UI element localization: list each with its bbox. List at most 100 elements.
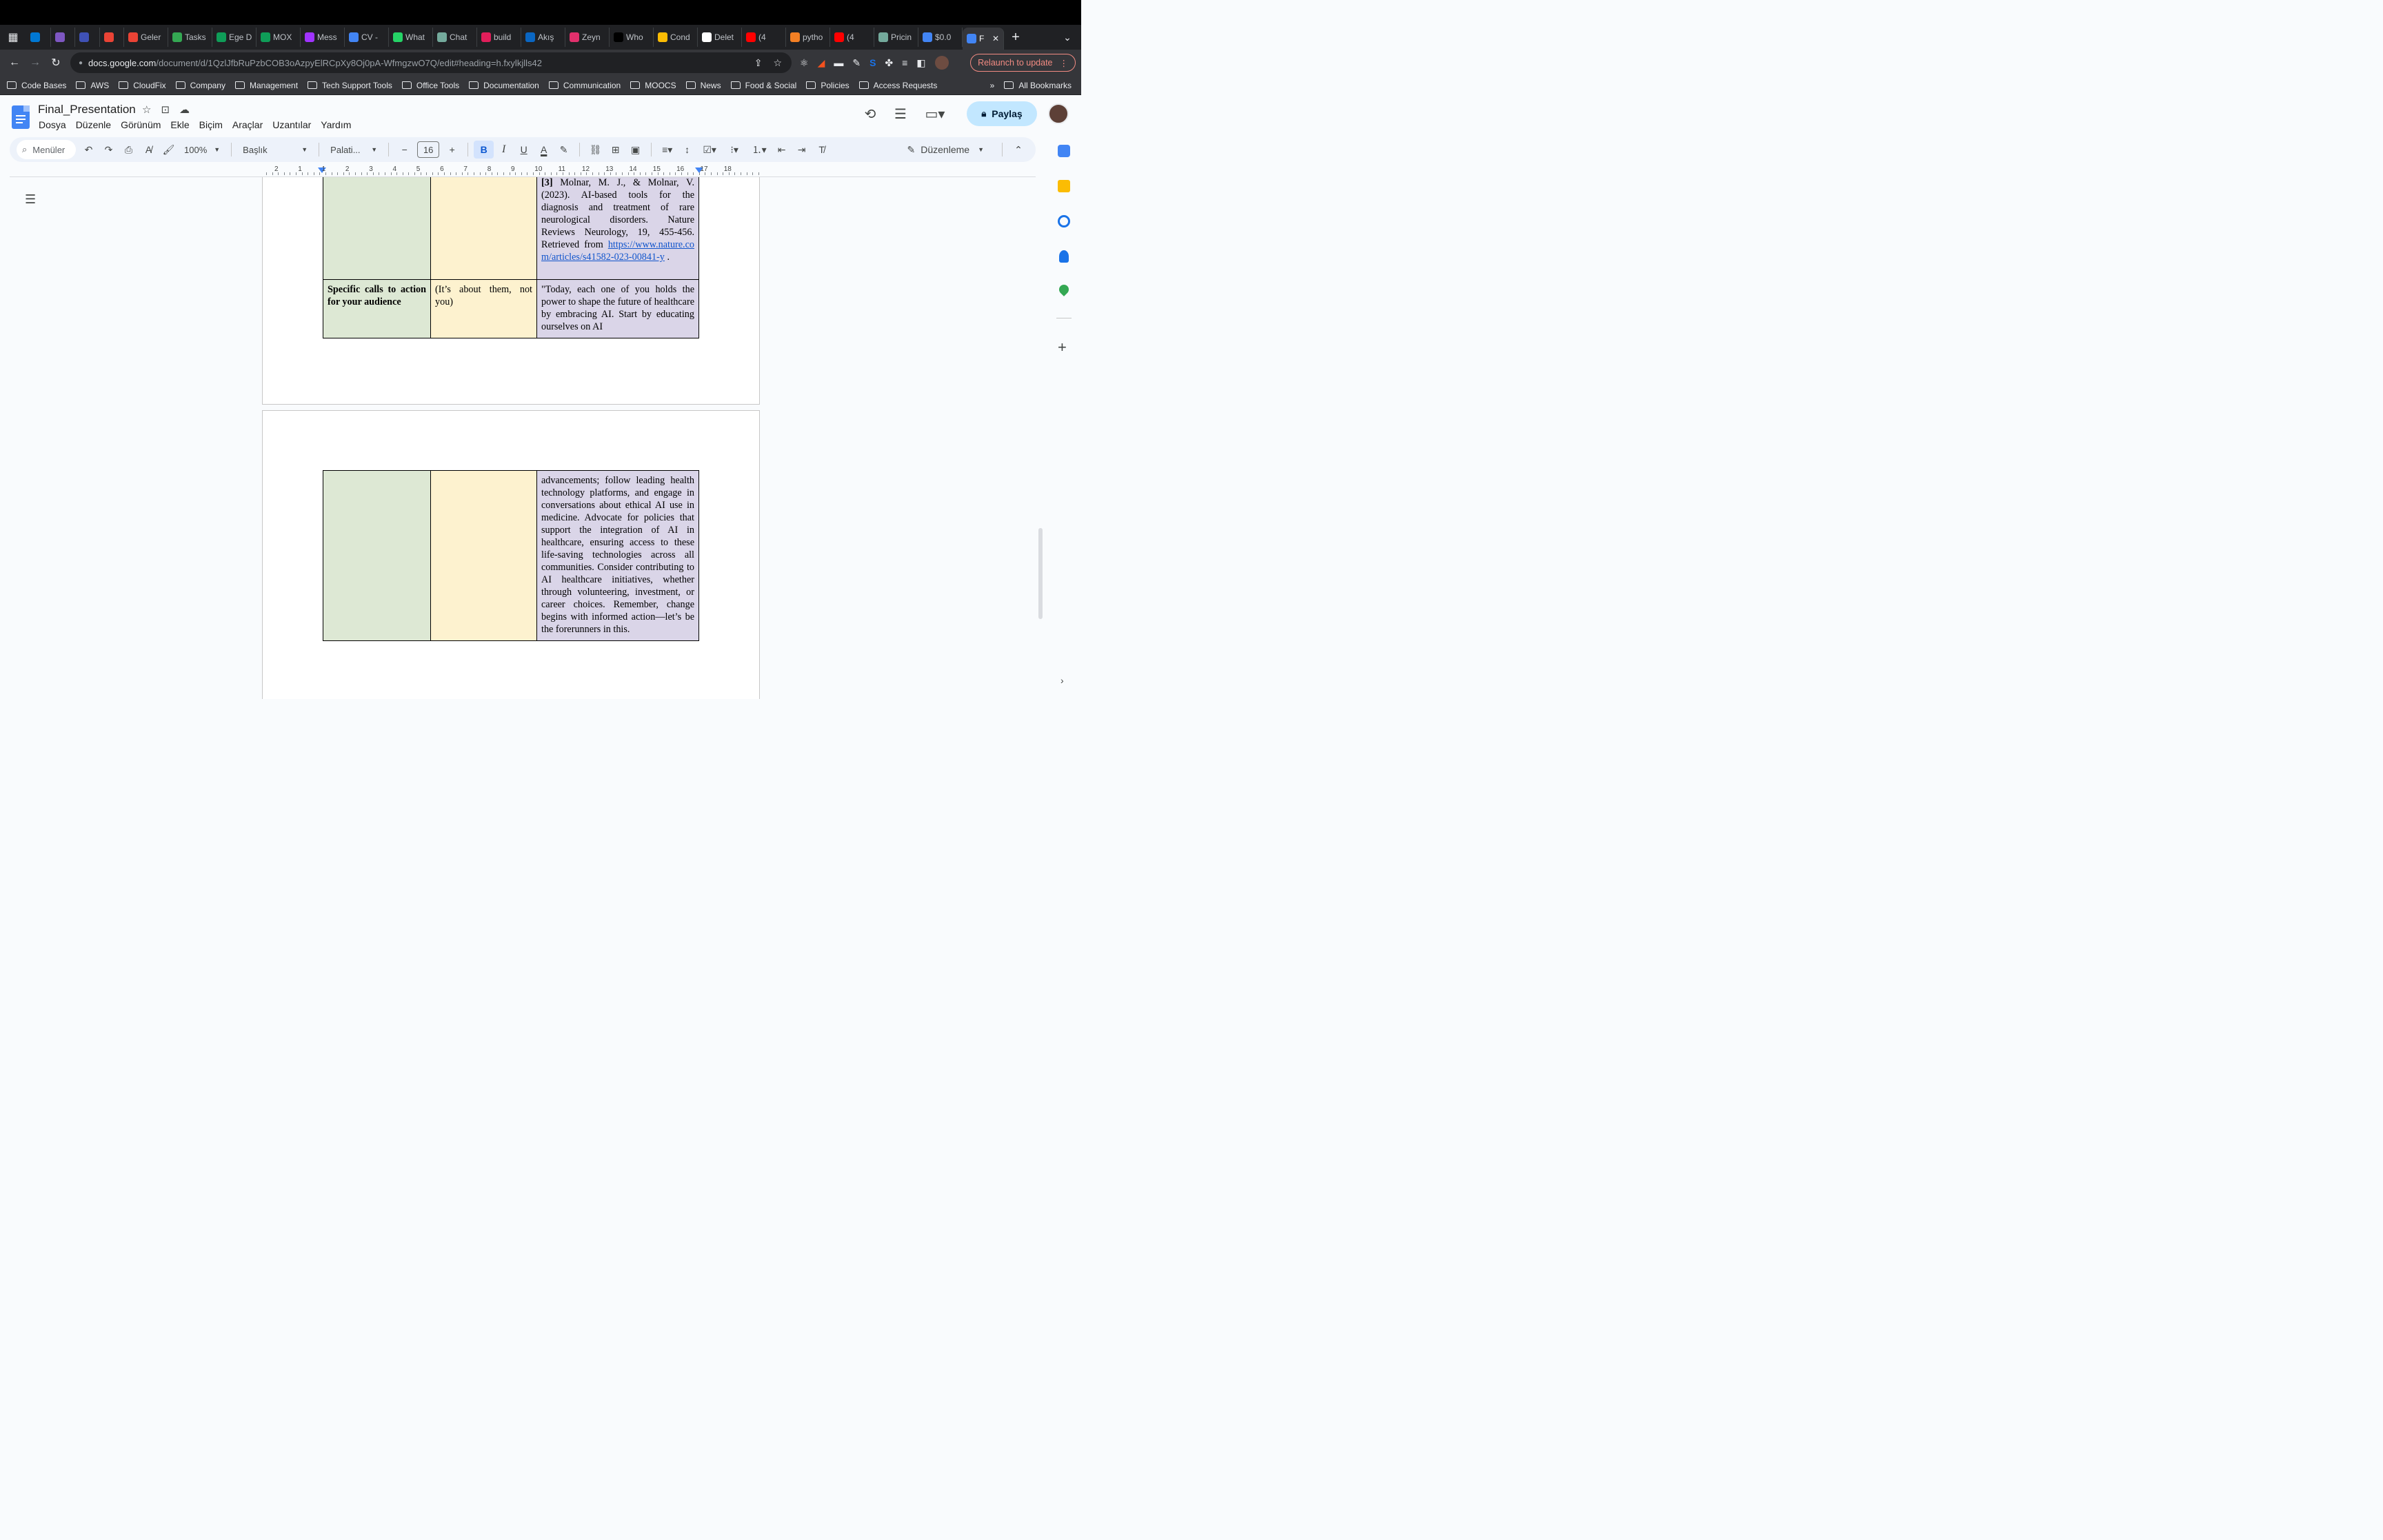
add-comment-icon[interactable]: ⊞ (605, 144, 625, 156)
table-cell[interactable] (323, 470, 431, 641)
hide-menus-chevron-up-icon[interactable]: ⌃ (1008, 144, 1029, 156)
horizontal-ruler[interactable]: 2 1 1 2 3 4 5 6 7 8 9 10 11 12 13 14 15 16 17 18 (262, 165, 760, 176)
tab[interactable]: Pricin (874, 28, 918, 47)
tab-search-icon[interactable]: ⌄ (1054, 32, 1081, 43)
editing-mode-select[interactable]: ✎ Düzenleme ▼ (907, 144, 984, 156)
tab[interactable]: Cond (654, 28, 698, 47)
share-page-icon[interactable]: ⇪ (754, 57, 763, 69)
clear-formatting-icon[interactable]: T̸ (812, 144, 832, 155)
react-devtools-icon[interactable]: ⚛ (800, 57, 809, 69)
bookmark-folder[interactable]: CloudFix (119, 81, 166, 90)
move-folder-icon[interactable]: ⊡ (161, 103, 170, 116)
menu-item[interactable]: Biçim (199, 119, 223, 130)
bulleted-list-icon[interactable]: ⁝▾ (722, 144, 747, 156)
menu-item[interactable]: Düzenle (76, 119, 111, 130)
menu-item[interactable]: Araçlar (232, 119, 263, 130)
table-cell[interactable]: (It’s about them, not you) (430, 279, 537, 338)
table-cell[interactable] (430, 177, 537, 280)
font-select[interactable]: Palati... ▼ (330, 145, 377, 155)
menu-item[interactable]: Görünüm (121, 119, 161, 130)
new-tab-button[interactable]: + (1004, 30, 1027, 45)
tab[interactable]: CV - (345, 28, 389, 47)
cloud-status-icon[interactable]: ☁ (179, 103, 190, 116)
table-cell[interactable]: Specific calls to action for your audien… (323, 279, 431, 338)
reload-icon[interactable]: ↻ (46, 56, 66, 70)
insert-link-icon[interactable]: ⛓︎ (585, 144, 605, 156)
comments-icon[interactable]: ☰ (885, 105, 916, 123)
tab[interactable] (75, 28, 100, 47)
tab[interactable]: (4 (742, 28, 786, 47)
extension-icon[interactable]: ▬ (834, 57, 843, 68)
tab[interactable]: $0.0 (918, 28, 963, 47)
apps-grid-icon[interactable]: ▦ (0, 25, 26, 50)
tab[interactable]: (4 (830, 28, 874, 47)
show-side-panel-chevron-icon[interactable]: › (1060, 675, 1064, 686)
document-outline-icon[interactable]: ☰ (25, 192, 36, 207)
forward-icon[interactable]: → (25, 57, 46, 69)
increase-font-size-icon[interactable]: + (442, 144, 462, 155)
reading-list-icon[interactable]: ≡ (902, 57, 907, 68)
tab[interactable] (100, 28, 124, 47)
table-cell[interactable] (323, 177, 431, 280)
tab[interactable]: What (389, 28, 433, 47)
tab[interactable]: MOX (257, 28, 301, 47)
line-spacing-icon[interactable]: ↕ (677, 144, 697, 155)
contacts-icon[interactable] (1059, 250, 1069, 263)
tab[interactable]: Akış (521, 28, 565, 47)
bookmark-folder[interactable]: MOOCS (630, 81, 676, 90)
font-size-input[interactable]: 16 (417, 141, 440, 158)
tasks-icon[interactable] (1058, 215, 1070, 227)
tab[interactable]: Zeyn (565, 28, 610, 47)
table-cell[interactable]: "Today, each one of you holds the power … (536, 279, 699, 338)
all-bookmarks-button[interactable]: All Bookmarks (1004, 81, 1072, 90)
increase-indent-icon[interactable]: ⇥ (792, 144, 812, 156)
extension-icon[interactable]: ◢ (818, 57, 825, 69)
docs-logo-icon[interactable] (12, 105, 30, 129)
bookmark-folder[interactable]: Management (234, 81, 298, 90)
side-panel-icon[interactable]: ◧ (916, 57, 925, 69)
undo-icon[interactable]: ↶ (79, 144, 99, 156)
table-cell[interactable] (430, 470, 537, 641)
document-page[interactable]: [3] Molnar, M. J., & Molnar, V. (2023). … (262, 177, 760, 405)
back-icon[interactable]: ← (4, 57, 25, 69)
tab[interactable]: Geler (124, 28, 168, 47)
tab[interactable] (26, 28, 51, 47)
avatar[interactable] (1048, 103, 1069, 124)
align-icon[interactable]: ≡▾ (657, 144, 677, 156)
menu-search-input[interactable]: ⌕ Menüler (17, 140, 76, 159)
decrease-font-size-icon[interactable]: − (394, 144, 414, 155)
checklist-icon[interactable]: ☑▾ (697, 144, 722, 156)
underline-button[interactable]: U (514, 144, 534, 155)
bookmark-folder[interactable]: Communication (548, 81, 621, 90)
bookmarks-overflow-button[interactable]: » (990, 81, 995, 90)
bookmark-folder[interactable]: Food & Social (730, 81, 796, 90)
url-input[interactable]: ● docs.google.com /document/d/1QzlJfbRuP… (70, 52, 792, 73)
bookmark-folder[interactable]: Documentation (469, 81, 539, 90)
paint-format-icon[interactable]: 🖌︎ (159, 144, 179, 156)
tab[interactable] (51, 28, 75, 47)
tab-active[interactable]: F ✕ (963, 28, 1004, 50)
zoom-select[interactable]: 100% ▼ (184, 145, 220, 155)
bookmark-folder[interactable]: Tech Support Tools (308, 81, 392, 90)
maps-icon[interactable] (1057, 283, 1071, 296)
share-button[interactable]: 🔒︎ Paylaş (967, 101, 1037, 126)
menu-item[interactable]: Dosya (39, 119, 66, 130)
menu-item[interactable]: Ekle (170, 119, 189, 130)
document-title[interactable]: Final_Presentation (38, 103, 136, 116)
tab[interactable]: Mess (301, 28, 345, 47)
bold-button[interactable]: B (474, 141, 494, 159)
document-page[interactable]: advancements; follow leading health tech… (262, 410, 760, 699)
relaunch-update-button[interactable]: Relaunch to update ⋮ (970, 54, 1076, 72)
bookmark-folder[interactable]: Policies (806, 81, 849, 90)
tab[interactable]: Delet (698, 28, 742, 47)
meet-camera-icon[interactable]: ▭▾ (916, 105, 954, 123)
tab[interactable]: Ege D (212, 28, 257, 47)
table-cell-reference[interactable]: [3] Molnar, M. J., & Molnar, V. (2023). … (536, 177, 699, 280)
eyedropper-icon[interactable]: ✎ (852, 57, 861, 69)
bookmark-star-icon[interactable]: ☆ (773, 57, 782, 69)
table-cell[interactable]: advancements; follow leading health tech… (536, 470, 699, 641)
bookmark-folder[interactable]: Office Tools (401, 81, 459, 90)
profile-avatar-icon[interactable] (934, 56, 949, 70)
bookmark-folder[interactable]: AWS (76, 81, 109, 90)
menu-item[interactable]: Yardım (321, 119, 351, 130)
